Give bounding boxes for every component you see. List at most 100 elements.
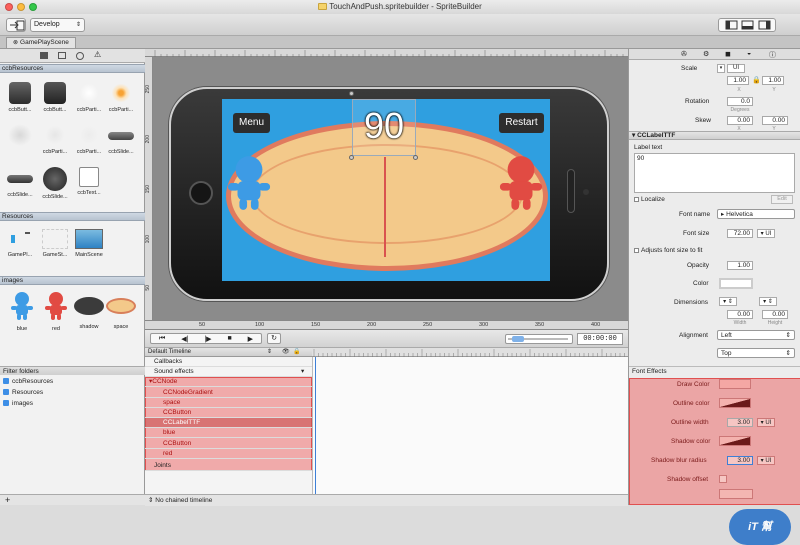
shadow-blur-field[interactable]: 3.00	[727, 456, 753, 465]
selection-handle[interactable]	[349, 91, 354, 96]
panel-layout-icons[interactable]	[719, 19, 777, 31]
skip-start-icon[interactable]: ⏮	[159, 335, 165, 343]
scale-x-field[interactable]: 1.00	[727, 76, 749, 85]
step-back-icon[interactable]: ◀|	[181, 335, 188, 343]
resource-item[interactable]: ccbParti...	[106, 82, 136, 113]
timeline-ruler[interactable]	[312, 348, 628, 357]
timeline-row-cclabelttf[interactable]: CCLabelTTF	[145, 418, 312, 428]
edit-button[interactable]: Edit	[771, 195, 793, 204]
section-cclabelttf[interactable]: ▾ CCLabelTTF	[629, 131, 800, 140]
dim-width-mode[interactable]: ▾ ⇕	[719, 297, 737, 306]
shadow-offset-mode[interactable]	[719, 475, 727, 483]
blue-player-sprite[interactable]	[226, 147, 272, 219]
timeline-row-sound[interactable]: Sound effects ▾	[145, 367, 312, 377]
component-tab-icon[interactable]	[58, 52, 66, 59]
image-item[interactable]: space	[106, 291, 136, 330]
font-name-select[interactable]: ▸ Helvetica	[717, 209, 795, 219]
selection-handle[interactable]	[349, 155, 354, 160]
rotation-field[interactable]: 0.0	[727, 97, 753, 106]
timeline-select[interactable]: Default Timeline ⇕ 👁 🔒	[145, 348, 312, 357]
physics-tab-icon[interactable]: ◼	[725, 50, 731, 58]
localize-checkbox[interactable]: Localize	[634, 196, 665, 203]
dim-height-mode[interactable]: ▾ ⇕	[759, 297, 777, 306]
resource-item[interactable]: ccbSlide...	[40, 167, 70, 200]
stop-icon[interactable]: ■	[227, 335, 231, 342]
image-item[interactable]: red	[41, 291, 71, 332]
timeline-tracks[interactable]	[312, 357, 628, 494]
zoom-window-button[interactable]	[29, 3, 37, 11]
scale-mode-select[interactable]: UI	[727, 64, 745, 73]
resource-item[interactable]: ccbButt...	[40, 82, 70, 113]
project-select[interactable]: Develop ⇕	[30, 18, 85, 32]
outline-color-well[interactable]	[719, 398, 751, 408]
resource-item[interactable]: ccbText...	[74, 167, 104, 196]
tab-gameplayscene[interactable]: ⊗ GamePlayScene	[6, 37, 76, 48]
timeline-row-space[interactable]: space	[145, 398, 312, 408]
filter-ccbresources[interactable]: ccbResources	[3, 378, 53, 385]
shadow-offset-field[interactable]	[719, 489, 753, 499]
resource-item[interactable]: ccbSlide...	[5, 167, 35, 198]
draw-color-well[interactable]	[719, 379, 751, 389]
section-images[interactable]: images	[0, 276, 145, 285]
resource-item[interactable]: GameSt...	[40, 229, 70, 258]
dim-height-field[interactable]: 0.00	[762, 310, 788, 319]
template-tab-icon[interactable]: ◒	[747, 50, 751, 57]
game-screen[interactable]: Menu Restart 90	[222, 99, 550, 281]
outline-width-field[interactable]: 3.00	[727, 418, 753, 427]
resource-item[interactable]: ccbParti...	[74, 82, 104, 113]
section-resources[interactable]: Resources	[0, 212, 145, 221]
resource-item[interactable]: GamePl...	[5, 229, 35, 258]
timeline-row-ccnodegradient[interactable]: CCNodeGradient	[145, 388, 312, 398]
dropdown-icon[interactable]: ▾	[301, 367, 304, 377]
alignment-select[interactable]: Left ⇕	[717, 330, 795, 340]
step-forward-icon[interactable]: |▶	[204, 335, 211, 343]
font-size-mode-select[interactable]: ▾ UI	[757, 229, 775, 238]
time-display[interactable]: 00:00:00	[577, 333, 623, 345]
outline-width-mode[interactable]: ▾ UI	[757, 418, 775, 427]
close-window-button[interactable]	[5, 3, 13, 11]
shadow-color-well[interactable]	[719, 436, 751, 446]
loop-button[interactable]: ↻	[267, 333, 281, 344]
font-size-field[interactable]: 72.00	[727, 229, 753, 238]
score-label[interactable]: 90	[352, 99, 416, 156]
timeline-row-ccbutton[interactable]: CCButton	[145, 408, 312, 418]
zoom-slider-thumb[interactable]	[512, 336, 524, 342]
restart-button[interactable]: Restart	[499, 113, 544, 133]
eye-icon[interactable]: 👁	[282, 348, 290, 357]
filter-images[interactable]: images	[3, 400, 33, 407]
red-player-sprite[interactable]	[498, 147, 544, 219]
selection-handle[interactable]	[413, 155, 418, 160]
timeline-row-blue[interactable]: blue	[145, 428, 312, 438]
opacity-field[interactable]: 1.00	[727, 261, 753, 270]
filter-resources[interactable]: Resources	[3, 389, 43, 396]
scale-lock-toggle[interactable]: ▾	[717, 64, 725, 73]
adjust-font-checkbox[interactable]: Adjusts font size to fit	[634, 247, 702, 254]
properties-tab-icon[interactable]: ✇	[681, 50, 687, 58]
plugins-tab-icon[interactable]	[76, 52, 84, 60]
image-item[interactable]: shadow	[74, 291, 104, 330]
timeline-row-ccnode[interactable]: ▾CCNode	[145, 377, 312, 387]
skew-y-field[interactable]: 0.00	[762, 116, 788, 125]
chained-timeline-select[interactable]: ⇕ No chained timeline	[145, 494, 628, 506]
close-tab-icon[interactable]: ⊗	[13, 40, 18, 46]
skew-x-field[interactable]: 0.00	[727, 116, 753, 125]
playhead[interactable]	[315, 357, 316, 494]
timeline-row-ccbutton-2[interactable]: CCButton	[145, 439, 312, 449]
color-well[interactable]	[719, 278, 753, 289]
zoom-slider[interactable]	[505, 334, 573, 344]
folder-tab-icon[interactable]	[40, 52, 48, 59]
shadow-blur-mode[interactable]: ▾ UI	[757, 456, 775, 465]
resource-item[interactable]: MainScene	[74, 229, 104, 258]
resource-item[interactable]: ccbParti...	[40, 124, 70, 155]
timeline-row-red[interactable]: red	[145, 449, 312, 459]
dim-width-field[interactable]: 0.00	[727, 310, 753, 319]
minimize-window-button[interactable]	[17, 3, 25, 11]
info-tab-icon[interactable]: ⓘ	[769, 50, 776, 60]
link-icon[interactable]: 🔒	[752, 76, 761, 84]
menu-button[interactable]: Menu	[233, 113, 270, 133]
resource-item[interactable]: ccbSlide...	[106, 124, 136, 155]
timeline-row-callbacks[interactable]: Callbacks	[145, 357, 312, 367]
lock-icon[interactable]: 🔒	[293, 348, 300, 357]
add-folder-button[interactable]: +	[0, 494, 145, 505]
code-tab-icon[interactable]: ⚙	[703, 50, 709, 58]
